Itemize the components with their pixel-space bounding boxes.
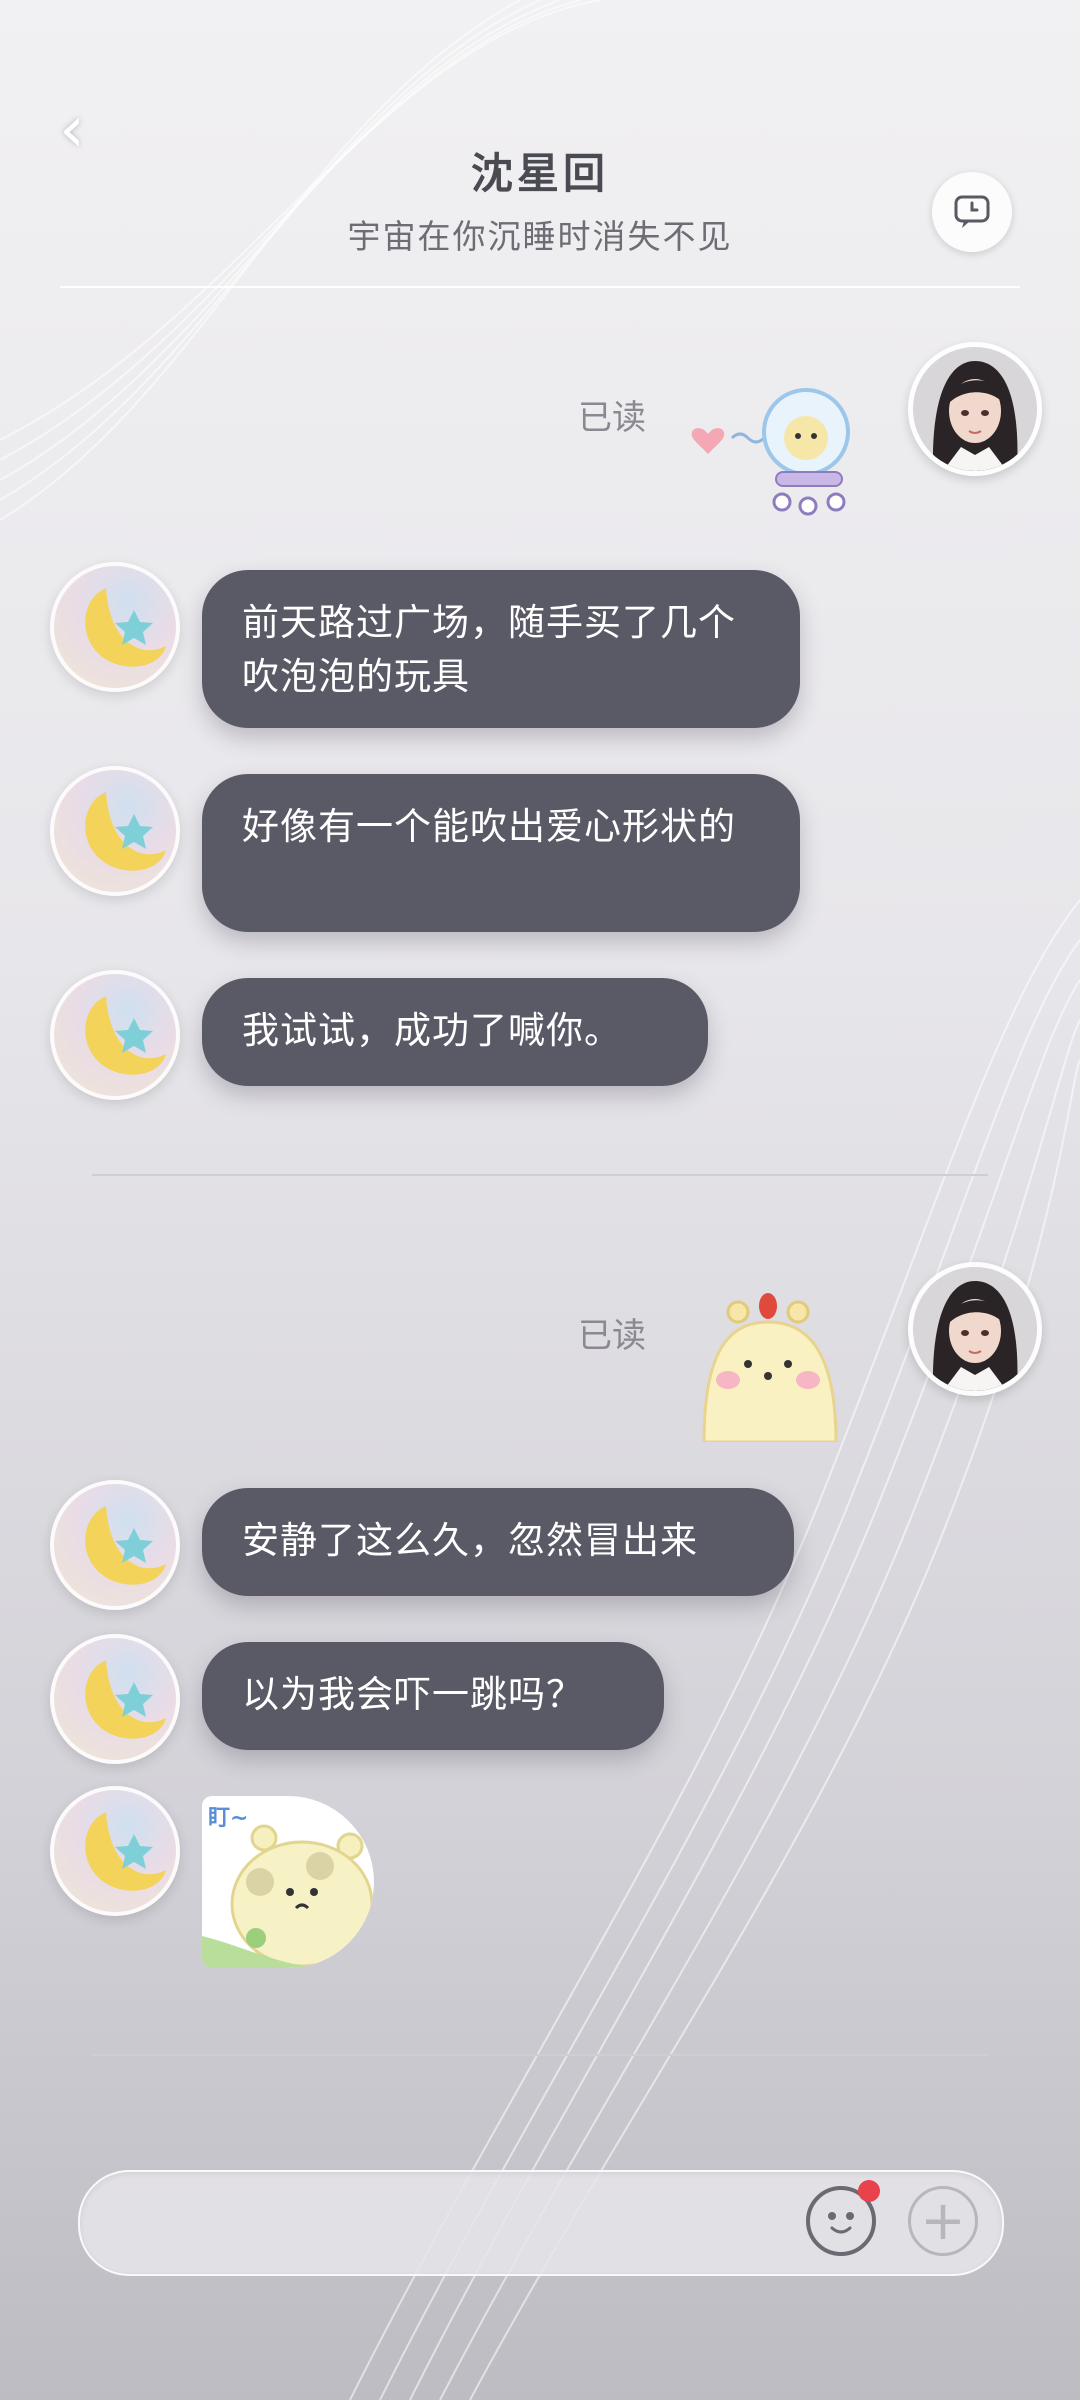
contact-signature: 宇宙在你沉睡时消失不见: [347, 217, 733, 256]
notification-dot: [858, 2180, 880, 2202]
moon-star-icon: [85, 1660, 166, 1739]
contact-avatar[interactable]: [50, 766, 180, 896]
history-button[interactable]: [932, 172, 1012, 252]
girl-portrait: [913, 1267, 1037, 1391]
moon-star-icon: [85, 792, 166, 871]
girl-portrait: [913, 347, 1037, 471]
message-history-icon: [954, 195, 990, 228]
moon-star-icon: [85, 1506, 166, 1585]
read-status: 已读: [578, 1316, 646, 1356]
my-avatar[interactable]: [908, 342, 1042, 476]
plus-icon: +: [920, 2189, 966, 2252]
message-bubble[interactable]: 我试试，成功了喊你。: [202, 978, 708, 1086]
bottom-divider: [92, 2054, 988, 2056]
astronaut-bear-sticker[interactable]: [676, 380, 856, 520]
conversation-divider: [92, 1174, 988, 1176]
contact-avatar[interactable]: [50, 1480, 180, 1610]
moon-star-icon: [85, 588, 166, 667]
yellow-creature-sticker[interactable]: [698, 1292, 848, 1442]
header-divider: [60, 286, 1020, 288]
moon-star-icon: [85, 996, 166, 1075]
sticker-message[interactable]: 盯~: [202, 1796, 374, 1968]
message-bubble[interactable]: 以为我会吓一跳吗？: [202, 1642, 664, 1750]
contact-avatar[interactable]: [50, 970, 180, 1100]
contact-avatar[interactable]: [50, 562, 180, 692]
message-bubble[interactable]: 前天路过广场，随手买了几个吹泡泡的玩具: [202, 570, 800, 728]
sticker-caption: 盯~: [208, 1806, 249, 1831]
read-status: 已读: [578, 398, 646, 438]
background-wave-lines: [0, 0, 1080, 2400]
contact-avatar[interactable]: [50, 1634, 180, 1764]
contact-avatar[interactable]: [50, 1786, 180, 1916]
message-bubble[interactable]: 安静了这么久，忽然冒出来: [202, 1488, 794, 1596]
message-bubble[interactable]: 好像有一个能吹出爱心形状的: [202, 774, 800, 932]
more-button[interactable]: +: [908, 2186, 978, 2256]
contact-name: 沈星回: [470, 149, 609, 198]
moon-star-icon: [85, 1812, 166, 1891]
my-avatar[interactable]: [908, 1262, 1042, 1396]
